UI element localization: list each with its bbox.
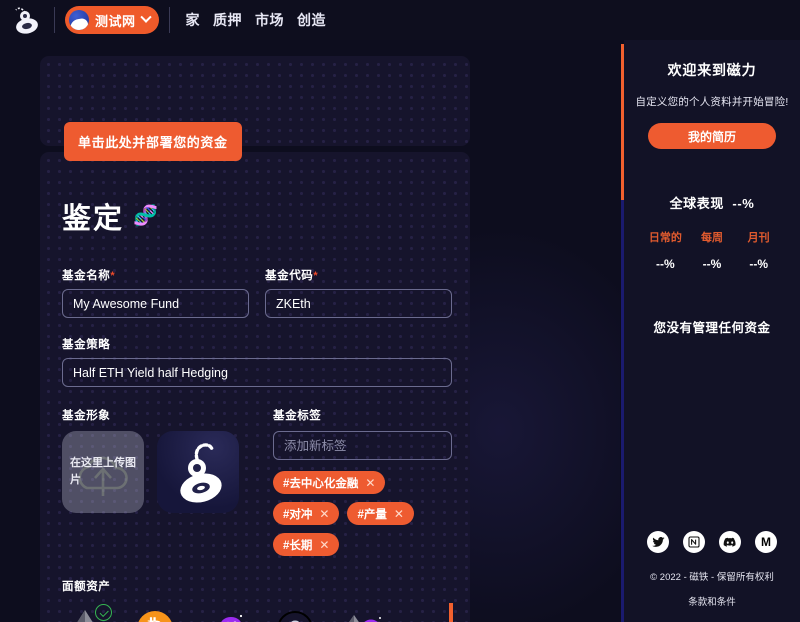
network-wave-icon xyxy=(69,10,89,30)
image-thumbnails: 在这里上传图片 xyxy=(62,431,257,513)
fund-code-label-text: 基金代码 xyxy=(265,270,314,282)
top-navigation-bar: 测试网 家 质押 市场 创造 xyxy=(0,0,800,40)
nav-item-stake[interactable]: 质押 xyxy=(213,10,242,30)
brand-logo-icon[interactable] xyxy=(10,5,44,35)
no-funds-message: 您没有管理任何资金 xyxy=(653,321,771,335)
fund-name-input[interactable] xyxy=(62,289,249,318)
nav-item-create[interactable]: 创造 xyxy=(297,10,326,30)
fund-tags-label: 基金标签 xyxy=(273,410,322,422)
required-marker-2: * xyxy=(313,270,319,282)
main-nav: 家 质押 市场 创造 xyxy=(186,10,327,30)
tag-chip[interactable]: #长期 ✕ xyxy=(273,533,340,556)
network-selector[interactable]: 测试网 xyxy=(65,6,159,34)
bitcoin-icon: ₿ xyxy=(137,611,173,622)
app-root: 测试网 家 质押 市场 创造 单击此处并部署您的资金 鉴定 🧬 基金名称* My… xyxy=(0,0,800,622)
fund-name-label: 基金名称* xyxy=(62,267,249,283)
performance-value-daily: --% xyxy=(656,257,675,271)
global-performance-label: 全球表现 xyxy=(669,196,724,211)
performance-cell-monthly: 月刊 --% xyxy=(735,229,782,271)
fund-code-input[interactable] xyxy=(265,289,452,318)
fund-image-label: 基金形象 xyxy=(62,410,111,422)
asset-option-unknown[interactable]: ? xyxy=(272,606,318,622)
performance-cell-daily: 日常的 --% xyxy=(642,229,689,271)
global-performance-title: 全球表现 --% xyxy=(634,193,790,212)
remove-tag-icon[interactable]: ✕ xyxy=(394,507,404,521)
fund-strategy-input[interactable] xyxy=(62,358,452,387)
performance-cell-weekly: 每周 --% xyxy=(689,229,736,271)
performance-label-daily: 日常的 xyxy=(648,232,682,244)
asset-options-row: ₿ ? xyxy=(62,604,452,622)
terms-link[interactable]: 条款和条件 xyxy=(624,594,800,608)
magnet-snail-avatar-icon xyxy=(180,443,222,503)
tag-chip[interactable]: #去中心化金融 ✕ xyxy=(273,471,386,494)
network-name-label: 测试网 xyxy=(95,13,136,29)
tag-label: #去中心化金融 xyxy=(283,477,359,490)
fund-image-section: 基金形象 在这里上传图片 xyxy=(62,407,257,556)
fund-avatar[interactable] xyxy=(157,431,239,513)
name-code-row: 基金名称* 基金代码* xyxy=(62,267,452,318)
right-sidebar-panel: 欢迎来到磁力 自定义您的个人资料并开始冒险! 我的简历 全球表现 --% 日常的… xyxy=(624,40,800,622)
asset-option-ethereum[interactable] xyxy=(62,604,112,622)
asset-option-eth-purple-pair[interactable] xyxy=(342,606,388,622)
image-upload-dropzone[interactable]: 在这里上传图片 xyxy=(62,431,144,513)
dna-icon: 🧬 xyxy=(133,205,158,227)
welcome-subtitle: 自定义您的个人资料并开始冒险! xyxy=(635,96,789,108)
performance-label-monthly: 月刊 xyxy=(747,232,770,244)
medium-icon[interactable]: M xyxy=(755,531,777,553)
fund-name-group: 基金名称* xyxy=(62,267,249,318)
remove-tag-icon[interactable]: ✕ xyxy=(365,476,375,490)
main-content-column: 单击此处并部署您的资金 鉴定 🧬 基金名称* 基金代码* xyxy=(0,40,620,622)
add-tag-input[interactable] xyxy=(273,431,452,460)
my-profile-button[interactable]: 我的简历 xyxy=(648,123,776,149)
asset-option-bitcoin[interactable]: ₿ xyxy=(132,606,178,622)
welcome-title: 欢迎来到磁力 xyxy=(667,62,757,78)
image-and-tags-row: 基金形象 在这里上传图片 基金标签 添加新标签 #去中心化金融 ✕ #对冲 ✕ … xyxy=(62,407,452,556)
upload-instruction-text: 在这里上传图片 xyxy=(70,457,136,486)
performance-value-weekly: --% xyxy=(702,257,722,271)
fund-tags-section: 基金标签 #去中心化金融 ✕ #对冲 ✕ #产量 ✕ xyxy=(273,407,452,556)
asset-selected-check-icon xyxy=(95,604,112,621)
page-title: 鉴定 xyxy=(62,203,125,235)
performance-grid: 日常的 --% 每周 --% 月刊 --% xyxy=(634,229,790,271)
chevron-down-icon xyxy=(139,11,152,23)
tag-label: #产量 xyxy=(357,508,387,521)
denomination-assets-section: 面额资产 ₿ xyxy=(62,578,452,622)
fund-form: 鉴定 🧬 基金名称* 基金代码* 基金策略 xyxy=(62,195,452,622)
fund-code-label: 基金代码* xyxy=(265,267,452,283)
unknown-token-icon: ? xyxy=(277,611,313,622)
nav-item-market[interactable]: 市场 xyxy=(255,10,284,30)
deploy-fund-button[interactable]: 单击此处并部署您的资金 xyxy=(64,122,242,161)
copyright-text: © 2022 - 磁铁 - 保留所有权利 xyxy=(650,572,774,583)
remove-tag-icon[interactable]: ✕ xyxy=(319,507,329,521)
fund-name-label-text: 基金名称 xyxy=(62,270,111,282)
header-divider xyxy=(54,7,55,33)
purple-comet-icon xyxy=(221,614,243,622)
performance-value-monthly: --% xyxy=(749,257,769,271)
social-links: M xyxy=(624,531,800,553)
twitter-icon[interactable] xyxy=(647,531,669,553)
fund-strategy-label: 基金策略 xyxy=(62,339,111,351)
notion-icon[interactable] xyxy=(683,531,705,553)
ethereum-purple-pair-icon xyxy=(349,615,381,622)
form-title-row: 鉴定 🧬 xyxy=(62,195,452,237)
nav-item-home[interactable]: 家 xyxy=(186,10,201,30)
header-divider-2 xyxy=(168,7,170,33)
tag-list: #去中心化金融 ✕ #对冲 ✕ #产量 ✕ #长期 ✕ xyxy=(273,471,452,556)
tag-chip[interactable]: #对冲 ✕ xyxy=(273,502,340,525)
remove-tag-icon[interactable]: ✕ xyxy=(319,538,329,552)
tag-chip[interactable]: #产量 ✕ xyxy=(347,502,414,525)
fund-strategy-group: 基金策略 xyxy=(62,336,452,387)
performance-label-weekly: 每周 xyxy=(701,232,723,244)
discord-icon[interactable] xyxy=(719,531,741,553)
sidebar-footer: M © 2022 - 磁铁 - 保留所有权利 条款和条件 xyxy=(624,531,800,608)
required-marker: * xyxy=(110,270,116,282)
asset-option-purple-comet[interactable] xyxy=(202,606,248,622)
tag-label: #长期 xyxy=(283,539,313,552)
denomination-assets-label: 面额资产 xyxy=(62,581,111,593)
form-scroll-marker[interactable] xyxy=(449,603,453,622)
fund-code-group: 基金代码* xyxy=(265,267,452,318)
tag-label: #对冲 xyxy=(283,508,313,521)
global-performance-value: --% xyxy=(732,196,755,211)
